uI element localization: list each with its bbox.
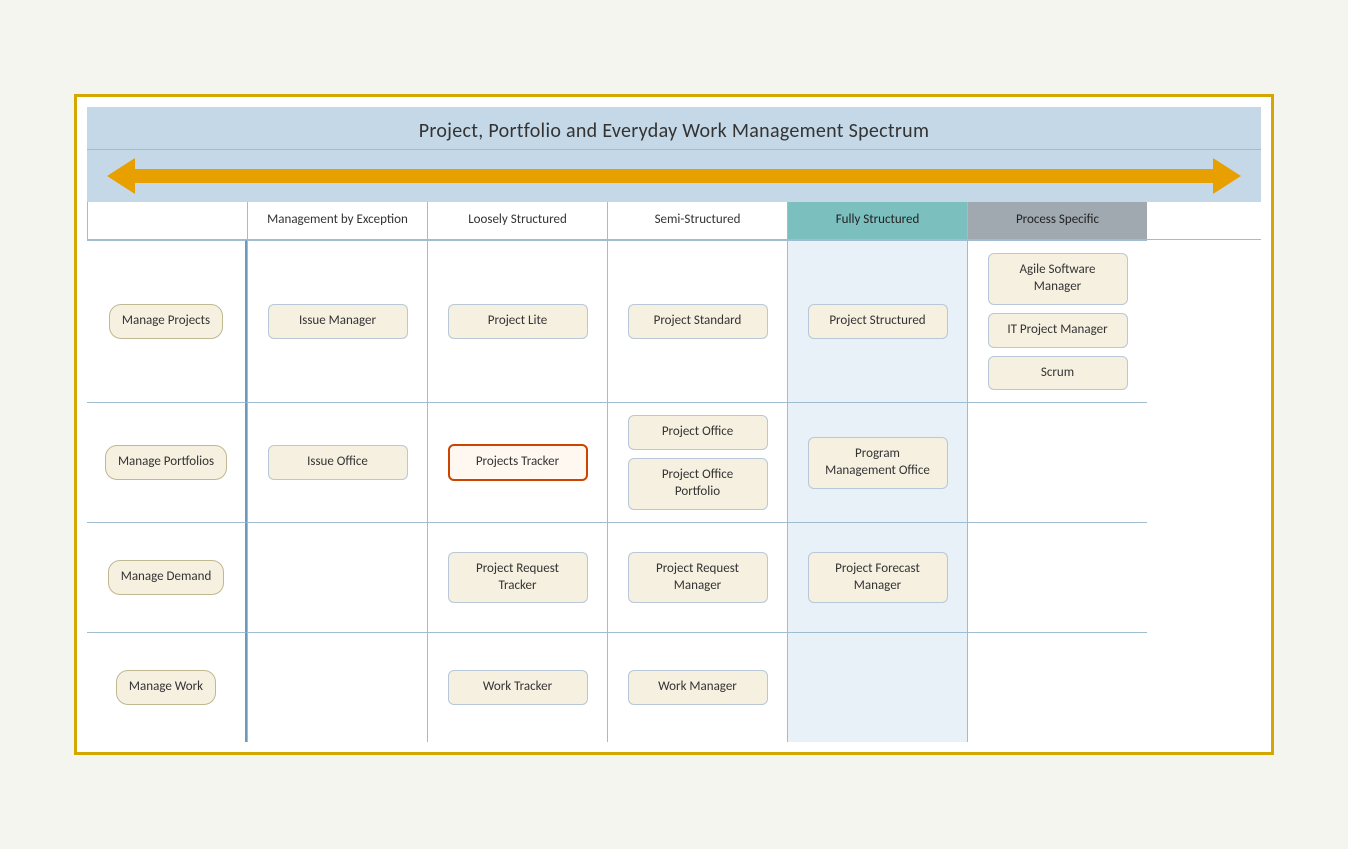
item-project-structured[interactable]: Project Structured <box>808 304 948 339</box>
arrow-row <box>87 150 1261 202</box>
item-issue-manager[interactable]: Issue Manager <box>268 304 408 339</box>
cell-work-semi: Work Manager <box>607 632 787 742</box>
item-project-forecast-manager[interactable]: Project Forecast Manager <box>808 552 948 604</box>
cell-work-loosely: Work Tracker <box>427 632 607 742</box>
col-header-process: Process Specific <box>967 202 1147 239</box>
item-project-request-manager[interactable]: Project Request Manager <box>628 552 768 604</box>
diagram-outer-border: Project, Portfolio and Everyday Work Man… <box>74 94 1274 755</box>
row-label-box-manage-portfolios: Manage Portfolios <box>105 445 227 480</box>
col-header-loosely: Loosely Structured <box>427 202 607 239</box>
item-project-lite[interactable]: Project Lite <box>448 304 588 339</box>
cell-projects-fully: Project Structured <box>787 240 967 403</box>
header-section: Project, Portfolio and Everyday Work Man… <box>87 107 1261 150</box>
row-label-box-manage-demand: Manage Demand <box>108 560 225 595</box>
cell-portfolios-semi: Project Office Project Office Portfolio <box>607 402 787 522</box>
row-label-manage-projects: Manage Projects <box>87 240 247 403</box>
row-label-manage-work: Manage Work <box>87 632 247 742</box>
item-work-manager[interactable]: Work Manager <box>628 670 768 705</box>
cell-portfolios-loosely: Projects Tracker <box>427 402 607 522</box>
item-agile-software-manager[interactable]: Agile Software Manager <box>988 253 1128 305</box>
item-project-request-tracker[interactable]: Project Request Tracker <box>448 552 588 604</box>
cell-projects-process: Agile Software Manager IT Project Manage… <box>967 240 1147 403</box>
grid-body: Manage Projects Issue Manager Project Li… <box>87 240 1261 742</box>
row-label-box-manage-work: Manage Work <box>116 670 216 705</box>
cell-demand-semi: Project Request Manager <box>607 522 787 632</box>
column-headers-row: Management by Exception Loosely Structur… <box>87 202 1261 240</box>
item-project-standard[interactable]: Project Standard <box>628 304 768 339</box>
arrow-right-icon <box>1213 158 1241 194</box>
item-issue-office[interactable]: Issue Office <box>268 445 408 480</box>
cell-projects-loosely: Project Lite <box>427 240 607 403</box>
cell-work-mgmt-exception <box>247 632 427 742</box>
cell-portfolios-fully: Program Management Office <box>787 402 967 522</box>
col-header-semi: Semi-Structured <box>607 202 787 239</box>
item-program-management-office[interactable]: Program Management Office <box>808 437 948 489</box>
cell-portfolios-mgmt-exception: Issue Office <box>247 402 427 522</box>
cell-work-fully <box>787 632 967 742</box>
cell-projects-semi: Project Standard <box>607 240 787 403</box>
cell-demand-loosely: Project Request Tracker <box>427 522 607 632</box>
col-header-fully: Fully Structured <box>787 202 967 239</box>
item-project-office-portfolio[interactable]: Project Office Portfolio <box>628 458 768 510</box>
cell-work-process <box>967 632 1147 742</box>
row-label-manage-demand: Manage Demand <box>87 522 247 632</box>
item-project-office[interactable]: Project Office <box>628 415 768 450</box>
diagram-container: Project, Portfolio and Everyday Work Man… <box>87 107 1261 742</box>
cell-demand-process <box>967 522 1147 632</box>
item-scrum[interactable]: Scrum <box>988 356 1128 391</box>
row-label-box-manage-projects: Manage Projects <box>109 304 223 339</box>
arrow-line <box>134 169 1214 183</box>
cell-portfolios-process <box>967 402 1147 522</box>
col-header-empty <box>87 202 247 239</box>
cell-projects-mgmt-exception: Issue Manager <box>247 240 427 403</box>
cell-demand-fully: Project Forecast Manager <box>787 522 967 632</box>
arrow-left-icon <box>107 158 135 194</box>
col-header-mgmt-exception: Management by Exception <box>247 202 427 239</box>
item-projects-tracker[interactable]: Projects Tracker <box>448 444 588 481</box>
item-it-project-manager[interactable]: IT Project Manager <box>988 313 1128 348</box>
item-work-tracker[interactable]: Work Tracker <box>448 670 588 705</box>
row-label-manage-portfolios: Manage Portfolios <box>87 402 247 522</box>
cell-demand-mgmt-exception <box>247 522 427 632</box>
main-title: Project, Portfolio and Everyday Work Man… <box>97 119 1251 143</box>
